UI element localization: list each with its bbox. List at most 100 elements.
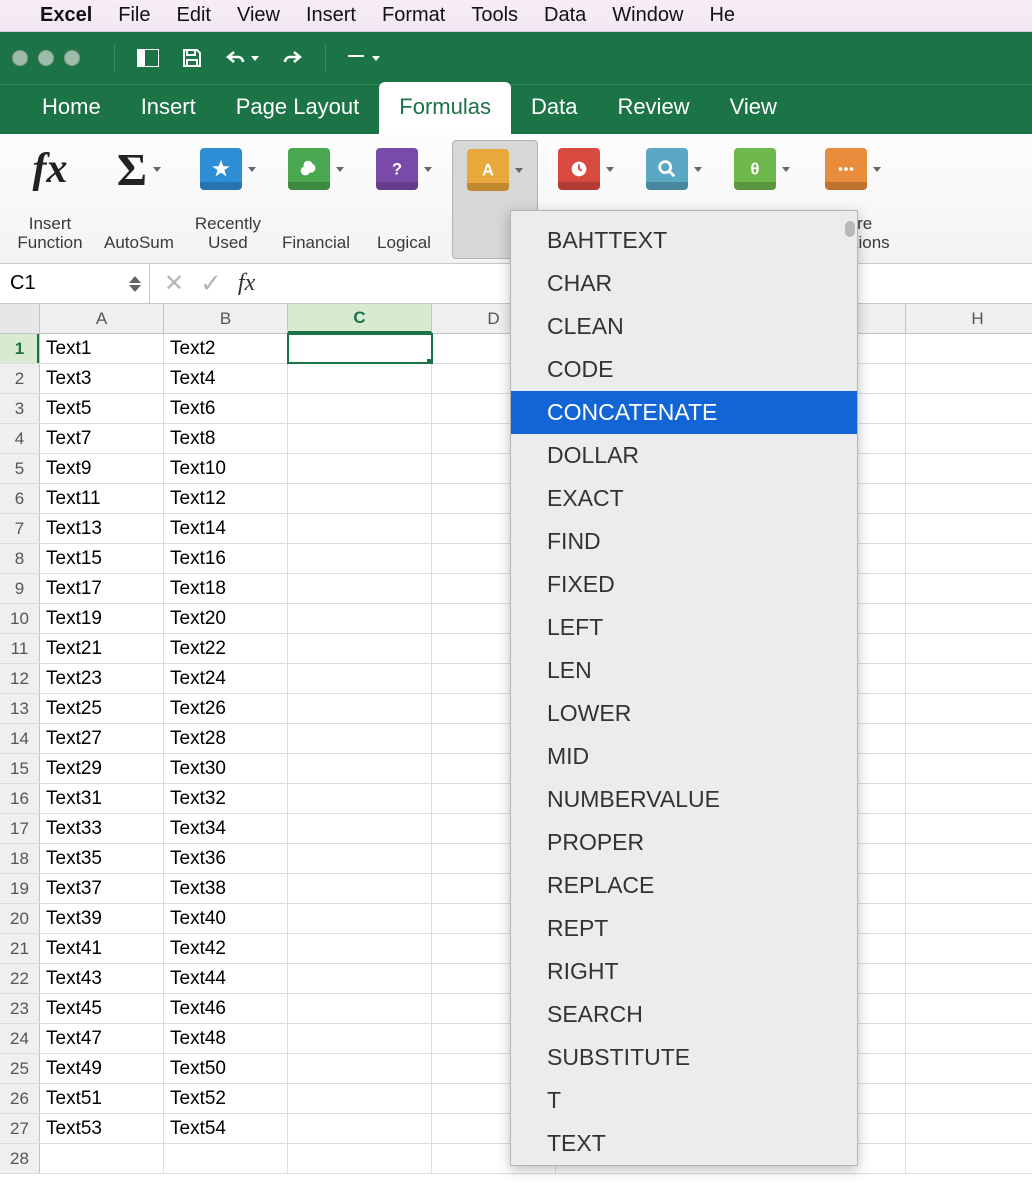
row-header[interactable]: 21 xyxy=(0,934,40,963)
row-header[interactable]: 18 xyxy=(0,844,40,873)
row-header[interactable]: 14 xyxy=(0,724,40,753)
cell[interactable]: Text49 xyxy=(40,1054,164,1083)
cell[interactable] xyxy=(288,844,432,873)
cell[interactable] xyxy=(288,664,432,693)
cell[interactable]: Text5 xyxy=(40,394,164,423)
row-header[interactable]: 10 xyxy=(0,604,40,633)
row-header[interactable]: 15 xyxy=(0,754,40,783)
cell[interactable]: Text40 xyxy=(164,904,288,933)
cell[interactable]: Text3 xyxy=(40,364,164,393)
dropdown-item-find[interactable]: FIND xyxy=(511,520,857,563)
cell[interactable] xyxy=(288,454,432,483)
cell[interactable]: Text12 xyxy=(164,484,288,513)
cell[interactable] xyxy=(906,904,1032,933)
row-header[interactable]: 27 xyxy=(0,1114,40,1143)
cell[interactable] xyxy=(906,844,1032,873)
dropdown-item-rept[interactable]: REPT xyxy=(511,907,857,950)
cell[interactable] xyxy=(906,994,1032,1023)
cell[interactable] xyxy=(288,1024,432,1053)
cell[interactable] xyxy=(164,1144,288,1173)
mac-menu-tools[interactable]: Tools xyxy=(471,4,518,27)
cell[interactable]: Text33 xyxy=(40,814,164,843)
cell[interactable] xyxy=(906,1054,1032,1083)
row-header[interactable]: 16 xyxy=(0,784,40,813)
cell[interactable] xyxy=(288,544,432,573)
row-header[interactable]: 1 xyxy=(0,334,40,363)
cell[interactable] xyxy=(288,334,432,363)
cell[interactable] xyxy=(288,964,432,993)
cell[interactable] xyxy=(288,904,432,933)
cell[interactable] xyxy=(288,1054,432,1083)
row-header[interactable]: 12 xyxy=(0,664,40,693)
tab-review[interactable]: Review xyxy=(597,82,709,134)
cell[interactable] xyxy=(40,1144,164,1173)
cell[interactable]: Text14 xyxy=(164,514,288,543)
mac-menu-app[interactable]: Excel xyxy=(40,4,92,27)
dropdown-item-char[interactable]: CHAR xyxy=(511,262,857,305)
row-header[interactable]: 22 xyxy=(0,964,40,993)
cell[interactable]: Text36 xyxy=(164,844,288,873)
cell[interactable]: Text31 xyxy=(40,784,164,813)
cell[interactable] xyxy=(906,964,1032,993)
col-header-A[interactable]: A xyxy=(40,304,164,333)
cell[interactable] xyxy=(906,574,1032,603)
mac-menu-data[interactable]: Data xyxy=(544,4,586,27)
cell[interactable]: Text15 xyxy=(40,544,164,573)
dropdown-item-text[interactable]: TEXT xyxy=(511,1122,857,1165)
cell[interactable]: Text25 xyxy=(40,694,164,723)
mac-menu-format[interactable]: Format xyxy=(382,4,445,27)
cell[interactable] xyxy=(906,394,1032,423)
cell[interactable]: Text38 xyxy=(164,874,288,903)
cell[interactable] xyxy=(288,754,432,783)
cell[interactable]: Text19 xyxy=(40,604,164,633)
dropdown-item-code[interactable]: CODE xyxy=(511,348,857,391)
tab-formulas[interactable]: Formulas xyxy=(379,82,511,134)
recently-used-button[interactable]: Recently Used xyxy=(188,140,268,259)
cell[interactable] xyxy=(288,574,432,603)
tab-home[interactable]: Home xyxy=(22,82,121,134)
cell[interactable]: Text23 xyxy=(40,664,164,693)
cell[interactable]: Text6 xyxy=(164,394,288,423)
cell[interactable]: Text26 xyxy=(164,694,288,723)
cell[interactable] xyxy=(906,934,1032,963)
cell[interactable] xyxy=(288,604,432,633)
cell[interactable] xyxy=(288,364,432,393)
cell[interactable] xyxy=(906,724,1032,753)
cell[interactable]: Text17 xyxy=(40,574,164,603)
cell[interactable]: Text43 xyxy=(40,964,164,993)
cell[interactable]: Text50 xyxy=(164,1054,288,1083)
minimize-window-icon[interactable] xyxy=(38,50,54,66)
name-box[interactable]: C1 xyxy=(0,264,150,303)
cell[interactable] xyxy=(288,1144,432,1173)
cell[interactable]: Text16 xyxy=(164,544,288,573)
dropdown-item-bahttext[interactable]: BAHTTEXT xyxy=(511,219,857,262)
cell[interactable] xyxy=(906,334,1032,363)
cell[interactable] xyxy=(906,694,1032,723)
dropdown-item-t[interactable]: T xyxy=(511,1079,857,1122)
cell[interactable]: Text35 xyxy=(40,844,164,873)
row-header[interactable]: 3 xyxy=(0,394,40,423)
col-header-B[interactable]: B xyxy=(164,304,288,333)
dropdown-item-replace[interactable]: REPLACE xyxy=(511,864,857,907)
dropdown-item-proper[interactable]: PROPER xyxy=(511,821,857,864)
row-header[interactable]: 25 xyxy=(0,1054,40,1083)
row-header[interactable]: 11 xyxy=(0,634,40,663)
row-header[interactable]: 20 xyxy=(0,904,40,933)
row-header[interactable]: 2 xyxy=(0,364,40,393)
cell[interactable]: Text18 xyxy=(164,574,288,603)
cell[interactable]: Text32 xyxy=(164,784,288,813)
cell[interactable]: Text44 xyxy=(164,964,288,993)
cell[interactable]: Text42 xyxy=(164,934,288,963)
logical-button[interactable]: ? Logical xyxy=(364,140,444,259)
row-header[interactable]: 4 xyxy=(0,424,40,453)
customize-quickbar-icon[interactable] xyxy=(342,41,386,75)
cell[interactable] xyxy=(906,1114,1032,1143)
mac-menu-truncated[interactable]: He xyxy=(709,4,735,27)
cell[interactable]: Text10 xyxy=(164,454,288,483)
cell[interactable]: Text1 xyxy=(40,334,164,363)
cell[interactable] xyxy=(906,364,1032,393)
row-header[interactable]: 8 xyxy=(0,544,40,573)
cell[interactable] xyxy=(288,514,432,543)
cell[interactable] xyxy=(906,604,1032,633)
cell[interactable] xyxy=(906,784,1032,813)
